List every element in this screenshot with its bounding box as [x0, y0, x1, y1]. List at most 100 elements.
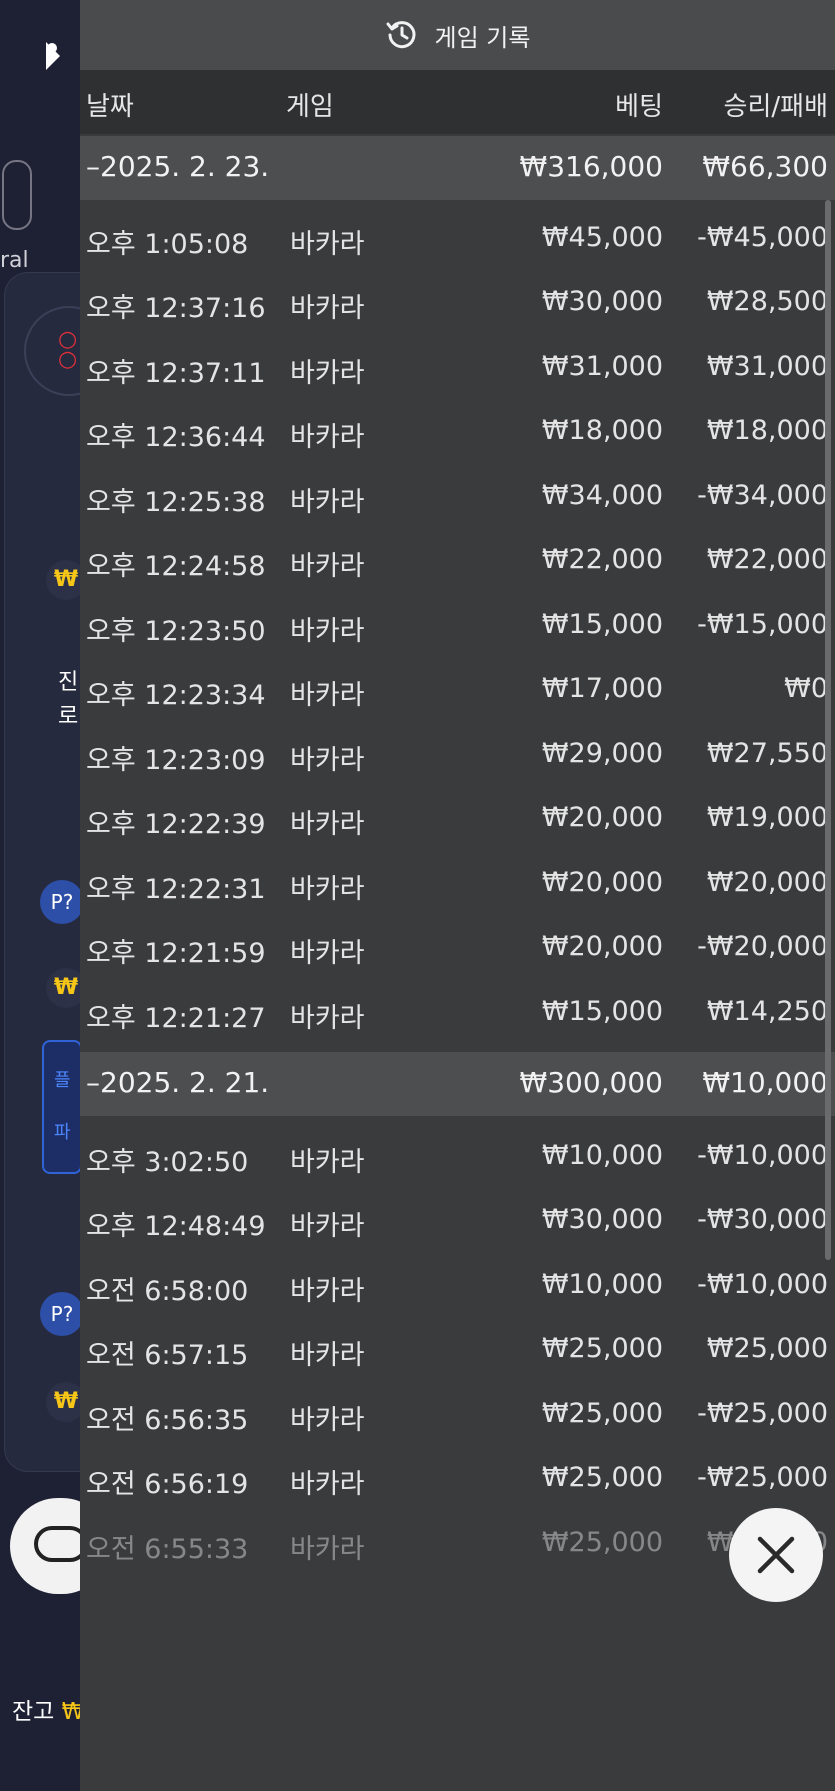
crest-emblem-icon: [2, 160, 32, 230]
group-bet-total: ₩316,000: [519, 150, 663, 183]
row-bet: ₩18,000: [541, 415, 663, 446]
row-time: 오전 6:55:33: [86, 1534, 249, 1565]
row-time: 오후 12:25:38: [86, 487, 266, 518]
row-win-loss: ₩25,000: [706, 1333, 828, 1364]
history-row[interactable]: 오전 6:56:35 바카라 ₩25,000 -₩25,000: [80, 1382, 835, 1446]
row-bet: ₩30,000: [541, 1204, 663, 1235]
row-game: 바카라: [290, 616, 365, 647]
row-game: 바카라: [290, 422, 365, 453]
row-time: 오후 12:22:31: [86, 874, 266, 905]
row-time: 오전 6:56:19: [86, 1469, 249, 1500]
game-history-panel: 게임 기록 날짜 게임 베팅 승리/패배 –2025. 2. 23. ₩316,…: [80, 0, 835, 1791]
history-row[interactable]: 오후 3:02:50 바카라 ₩10,000 -₩10,000: [80, 1124, 835, 1188]
column-header-date: 날짜: [86, 92, 134, 122]
history-row[interactable]: 오후 12:22:39 바카라 ₩20,000 ₩19,000: [80, 786, 835, 850]
row-time: 오후 12:21:59: [86, 938, 266, 969]
row-win-loss: ₩28,500: [706, 286, 828, 317]
group-win-loss-total: ₩10,000: [702, 1066, 828, 1099]
row-time: 오후 12:22:39: [86, 809, 266, 840]
row-bet: ₩10,000: [541, 1269, 663, 1300]
panel-scrollbar[interactable]: [825, 200, 831, 1260]
row-win-loss: -₩34,000: [697, 480, 828, 511]
row-win-loss: -₩10,000: [697, 1140, 828, 1171]
history-row[interactable]: 오전 6:58:00 바카라 ₩10,000 -₩10,000: [80, 1253, 835, 1317]
row-win-loss: -₩45,000: [697, 222, 828, 253]
player-badge[interactable]: P?: [40, 1292, 84, 1336]
row-game: 바카라: [290, 745, 365, 776]
row-time: 오후 12:21:27: [86, 1003, 266, 1034]
row-game: 바카라: [290, 293, 365, 324]
row-bet: ₩25,000: [541, 1333, 663, 1364]
row-game: 바카라: [290, 1211, 365, 1242]
row-win-loss: ₩20,000: [706, 867, 828, 898]
background-blue-text: 플: [54, 1070, 71, 1091]
row-win-loss: -₩30,000: [697, 1204, 828, 1235]
row-win-loss: ₩27,550: [706, 738, 828, 769]
balance-label: 잔고: [12, 1699, 55, 1725]
row-game: 바카라: [290, 487, 365, 518]
background-blue-box[interactable]: [42, 1040, 82, 1174]
row-bet: ₩31,000: [541, 351, 663, 382]
row-win-loss: ₩31,000: [706, 351, 828, 382]
row-bet: ₩20,000: [541, 867, 663, 898]
date-group-header[interactable]: –2025. 2. 21. ₩300,000 ₩10,000: [80, 1052, 835, 1116]
row-bet: ₩10,000: [541, 1140, 663, 1171]
close-button[interactable]: [729, 1508, 823, 1602]
row-win-loss: ₩19,000: [706, 802, 828, 833]
column-header-win-loss: 승리/패배: [723, 92, 828, 122]
row-game: 바카라: [290, 938, 365, 969]
row-bet: ₩45,000: [541, 222, 663, 253]
history-row[interactable]: 오후 1:05:08 바카라 ₩45,000 -₩45,000: [80, 206, 835, 270]
row-time: 오후 12:36:44: [86, 422, 266, 453]
row-win-loss: -₩25,000: [697, 1398, 828, 1429]
history-row[interactable]: 오후 12:36:44 바카라 ₩18,000 ₩18,000: [80, 399, 835, 463]
row-win-loss: ₩0: [784, 673, 828, 704]
history-row[interactable]: 오전 6:57:15 바카라 ₩25,000 ₩25,000: [80, 1317, 835, 1381]
history-row[interactable]: 오후 12:37:16 바카라 ₩30,000 ₩28,500: [80, 270, 835, 334]
row-win-loss: ₩14,250: [706, 996, 828, 1027]
history-row[interactable]: 오전 6:55:33바카라₩25,000₩25,000: [80, 1511, 835, 1575]
row-time: 오후 12:37:16: [86, 293, 266, 324]
history-row[interactable]: 오후 12:48:49 바카라 ₩30,000 -₩30,000: [80, 1188, 835, 1252]
group-win-loss-total: ₩66,300: [702, 150, 828, 183]
column-header-row: 날짜 게임 베팅 승리/패배: [80, 70, 835, 134]
row-game: 바카라: [290, 1147, 365, 1178]
history-row[interactable]: 오후 12:22:31 바카라 ₩20,000 ₩20,000: [80, 851, 835, 915]
row-bet: ₩17,000: [541, 673, 663, 704]
group-date: –2025. 2. 23.: [86, 150, 270, 183]
history-row[interactable]: 오전 6:56:19 바카라 ₩25,000 -₩25,000: [80, 1446, 835, 1510]
row-game: 바카라: [290, 680, 365, 711]
row-time: 오후 12:24:58: [86, 551, 266, 582]
player-badge[interactable]: P?: [40, 880, 84, 924]
row-time: 오전 6:56:35: [86, 1405, 249, 1436]
history-row[interactable]: 오후 12:21:27 바카라 ₩15,000 ₩14,250: [80, 980, 835, 1044]
background-side-text: 로: [58, 704, 79, 729]
panel-title: 게임 기록: [434, 23, 531, 52]
row-bet: ₩34,000: [541, 480, 663, 511]
row-game: 바카라: [290, 551, 365, 582]
history-row[interactable]: 오후 12:37:11 바카라 ₩31,000 ₩31,000: [80, 335, 835, 399]
date-group-header[interactable]: –2025. 2. 23. ₩316,000 ₩66,300: [80, 136, 835, 200]
row-win-loss: -₩10,000: [697, 1269, 828, 1300]
row-bet: ₩30,000: [541, 286, 663, 317]
row-time: 오후 12:23:34: [86, 680, 266, 711]
row-win-loss: -₩20,000: [697, 931, 828, 962]
history-row[interactable]: 오후 12:23:34 바카라 ₩17,000 ₩0: [80, 657, 835, 721]
row-bet: ₩29,000: [541, 738, 663, 769]
history-row[interactable]: 오후 12:25:38 바카라 ₩34,000 -₩34,000: [80, 464, 835, 528]
row-game: 바카라: [290, 1534, 365, 1565]
history-row[interactable]: 오후 12:24:58 바카라 ₩22,000 ₩22,000: [80, 528, 835, 592]
history-row[interactable]: 오후 12:23:09 바카라 ₩29,000 ₩27,550: [80, 722, 835, 786]
row-bet: ₩15,000: [541, 609, 663, 640]
row-win-loss: ₩22,000: [706, 544, 828, 575]
row-bet: ₩20,000: [541, 802, 663, 833]
history-row[interactable]: 오후 12:23:50 바카라 ₩15,000 -₩15,000: [80, 593, 835, 657]
history-row[interactable]: 오후 12:21:59 바카라 ₩20,000 -₩20,000: [80, 915, 835, 979]
row-time: 오후 3:02:50: [86, 1147, 249, 1178]
column-header-bet: 베팅: [615, 92, 663, 122]
row-bet: ₩25,000: [541, 1527, 663, 1558]
row-time: 오후 12:23:50: [86, 616, 266, 647]
row-game: 바카라: [290, 358, 365, 389]
row-game: 바카라: [290, 229, 365, 260]
row-time: 오후 12:48:49: [86, 1211, 266, 1242]
